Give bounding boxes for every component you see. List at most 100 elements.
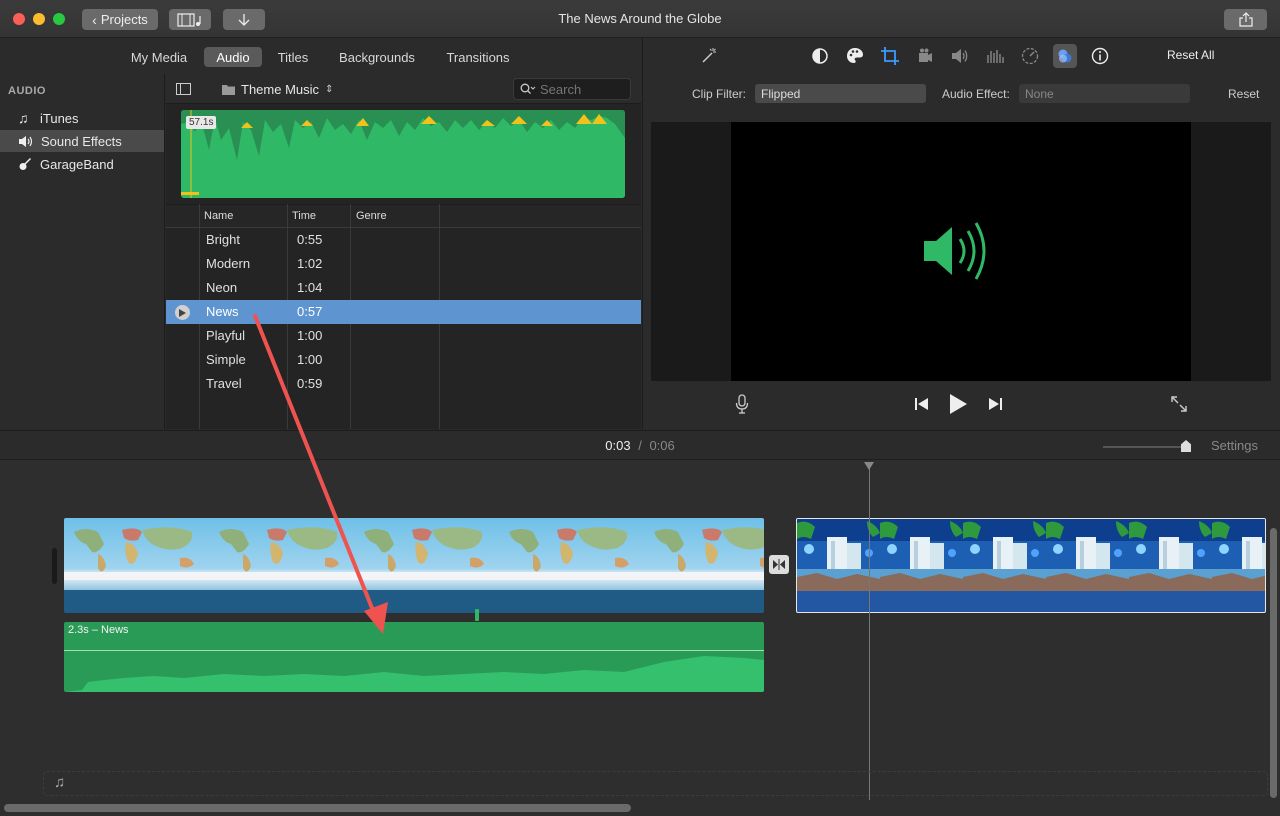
speed-button[interactable] (1018, 44, 1042, 68)
row-name: Travel (206, 376, 242, 391)
total-time: 0:06 (649, 438, 675, 453)
row-time: 1:04 (297, 280, 323, 295)
search-box[interactable] (513, 78, 631, 100)
table-row[interactable]: Modern 1:02 (166, 252, 641, 276)
row-name: Neon (206, 280, 238, 295)
search-icon (520, 83, 536, 94)
clip-filmstrip (64, 518, 764, 590)
waterfall-thumbnails (797, 519, 1265, 591)
table-row[interactable]: Simple 1:00 (166, 348, 641, 372)
audio-preview-waveform[interactable] (181, 110, 625, 198)
timeline-horizontal-scrollbar[interactable] (4, 804, 631, 812)
folder-icon (222, 85, 235, 95)
equalizer-button[interactable] (983, 44, 1007, 68)
skip-back-button[interactable] (914, 397, 930, 416)
guitar-icon (19, 157, 32, 170)
play-button[interactable] (948, 393, 968, 420)
magic-wand-icon (702, 48, 716, 63)
audio-effect-field[interactable]: None (1019, 84, 1190, 103)
library-table-header: Name Time Genre (166, 204, 641, 228)
sidebar-item-sound-effects[interactable]: Sound Effects (0, 130, 164, 152)
sidebar-item-label: GarageBand (40, 156, 114, 172)
audio-only-speaker-icon (924, 222, 986, 280)
tab-audio[interactable]: Audio (204, 47, 262, 67)
video-clip-waterfall[interactable] (796, 518, 1266, 613)
fullscreen-button[interactable] (1170, 395, 1188, 418)
table-row[interactable]: Travel 0:59 (166, 372, 641, 396)
row-time: 0:59 (297, 376, 323, 391)
sidebar-item-garageband[interactable]: GarageBand (0, 153, 164, 175)
sidebar-item-label: Sound Effects (41, 133, 122, 149)
folder-name: Theme Music (241, 82, 320, 97)
clip-filter-button[interactable] (1053, 44, 1077, 68)
row-time: 1:00 (297, 352, 323, 367)
audio-clip-news[interactable]: 2.3s – News (64, 622, 764, 692)
preview-duration-label: 57.1s (186, 116, 217, 129)
volume-line[interactable] (64, 650, 764, 651)
clip-info-button[interactable] (1088, 44, 1112, 68)
crop-icon (881, 47, 899, 65)
row-name: Modern (206, 256, 251, 271)
share-button[interactable] (1224, 9, 1267, 30)
row-name: Simple (206, 352, 246, 367)
volume-icon (952, 49, 968, 63)
expand-arrows-icon (1171, 396, 1187, 412)
play-icon (950, 394, 967, 414)
tab-my-media[interactable]: My Media (125, 47, 193, 67)
search-input[interactable] (540, 81, 626, 97)
volume-button[interactable] (948, 44, 972, 68)
tab-titles[interactable]: Titles (271, 47, 315, 67)
timeline-start-handle[interactable] (52, 548, 57, 584)
transition-icon (773, 559, 785, 570)
skip-forward-button[interactable] (987, 397, 1003, 416)
audio-clip-waveform (64, 656, 764, 692)
column-header-time[interactable]: Time (292, 210, 316, 222)
column-header-genre[interactable]: Genre (356, 210, 387, 222)
voiceover-button[interactable] (735, 394, 749, 419)
transition-button[interactable] (769, 555, 789, 574)
color-correction-button[interactable] (843, 44, 867, 68)
browser-tabs-bar (0, 38, 641, 74)
video-clip-world-map[interactable] (64, 518, 764, 613)
magic-wand-button[interactable] (697, 44, 721, 68)
background-music-well[interactable]: ♫ (43, 771, 1268, 796)
audio-connection-marker (475, 609, 479, 621)
info-icon (1091, 47, 1109, 65)
audio-effect-label: Audio Effect: (942, 87, 1010, 101)
music-note-icon: ♫ (18, 110, 29, 126)
timeline-settings-button[interactable]: Settings (1211, 438, 1258, 453)
reset-all-button[interactable]: Reset All (1167, 48, 1214, 62)
sidebar-toggle-button[interactable] (176, 82, 191, 100)
clip-filter-label: Clip Filter: (692, 87, 747, 101)
timeline-vertical-scrollbar[interactable] (1270, 528, 1277, 798)
color-balance-icon (812, 48, 828, 64)
music-note-icon: ♫ (54, 774, 66, 791)
speaker-icon (19, 135, 33, 147)
play-preview-button[interactable] (175, 305, 190, 320)
tab-backgrounds[interactable]: Backgrounds (330, 47, 424, 67)
current-time: 0:03 (605, 438, 631, 453)
reset-button[interactable]: Reset (1228, 87, 1259, 101)
video-camera-icon (919, 48, 932, 62)
crop-button[interactable] (878, 44, 902, 68)
tab-transitions[interactable]: Transitions (438, 47, 518, 67)
folder-selector[interactable]: Theme Music ⇕ (222, 82, 333, 97)
clip-filter-field[interactable]: Flipped (755, 84, 926, 103)
playhead[interactable] (869, 462, 870, 800)
sidebar-item-label: iTunes (40, 110, 79, 126)
table-row[interactable]: Neon 1:04 (166, 276, 641, 300)
sidebar-item-itunes[interactable]: ♫ iTunes (0, 107, 164, 129)
playhead-marker[interactable] (864, 462, 874, 470)
palette-icon (847, 48, 863, 63)
column-header-name[interactable]: Name (204, 210, 233, 222)
zoom-slider[interactable] (1103, 440, 1191, 452)
table-row[interactable]: Bright 0:55 (166, 228, 641, 252)
table-row-selected[interactable]: News 0:57 (166, 300, 641, 324)
microphone-icon (735, 394, 749, 414)
stabilization-button[interactable] (913, 44, 937, 68)
color-balance-button[interactable] (808, 44, 832, 68)
timecode-display: 0:03 / 0:06 (0, 438, 1280, 453)
preview-waveform-graphic (181, 110, 625, 198)
table-row[interactable]: Playful 1:00 (166, 324, 641, 348)
skip-forward-icon (989, 398, 1002, 410)
